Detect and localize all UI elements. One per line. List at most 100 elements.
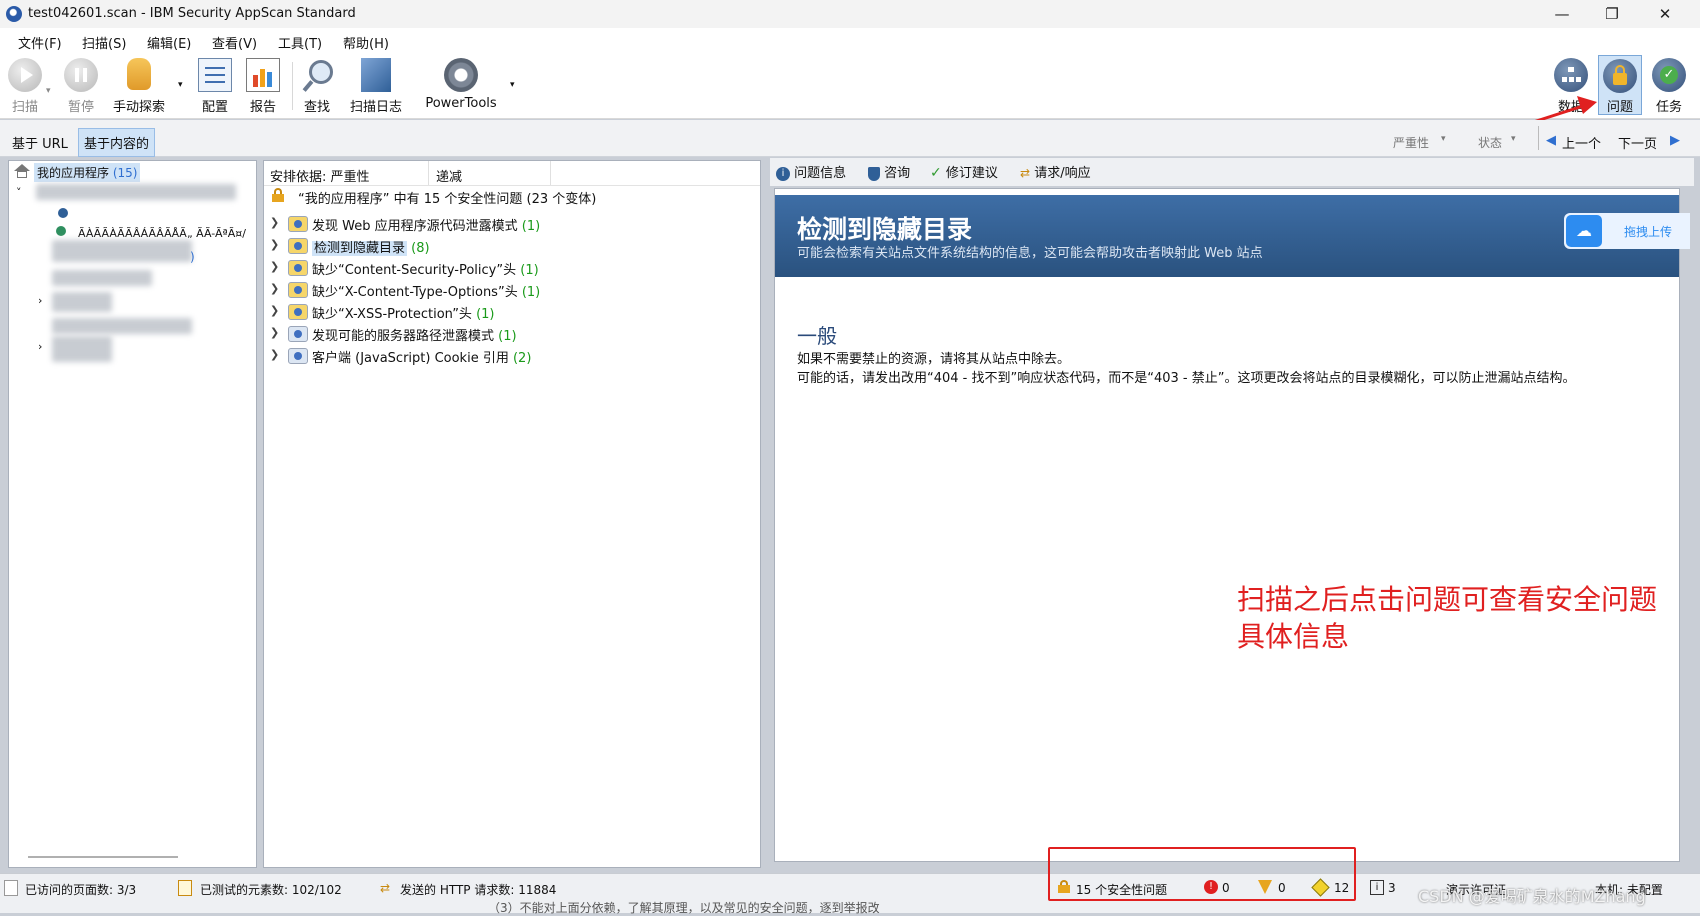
- high-count[interactable]: 0: [1222, 881, 1230, 895]
- find-label: 查找: [303, 100, 330, 115]
- menu-file[interactable]: 文件(F): [18, 33, 62, 52]
- issue-label: 缺少“Content-Security-Policy”头: [312, 263, 517, 278]
- sort-order-label[interactable]: 递减: [436, 166, 462, 185]
- by-url-tab[interactable]: 基于 URL: [12, 133, 68, 152]
- sort-by-label[interactable]: 安排依据: 严重性: [270, 166, 370, 185]
- expand-chevron-icon[interactable]: ❯: [270, 216, 279, 229]
- expand-chevron-icon[interactable]: ❯: [270, 304, 279, 317]
- prev-button[interactable]: 上一个: [1562, 133, 1601, 152]
- redacted-node: [52, 318, 192, 334]
- info-severity-icon: i: [1370, 880, 1384, 895]
- expand-chevron-icon[interactable]: ❯: [270, 282, 279, 295]
- magnifier-icon: [300, 58, 334, 92]
- high-severity-icon: !: [1204, 880, 1218, 894]
- background-text: （3）不能对上面分依赖，了解其原理，以及常见的安全问题，逐到举报改: [488, 901, 880, 915]
- elements-tested: 已测试的元素数: 102/102: [200, 883, 342, 897]
- tree-expand-icon[interactable]: ›: [38, 294, 42, 307]
- config-button[interactable]: 配置: [198, 58, 232, 115]
- tasks-view-button[interactable]: ✓ 任务: [1650, 58, 1688, 115]
- manual-explore-label: 手动探索: [112, 100, 165, 115]
- globe-icon: [58, 208, 68, 218]
- issue-count: (1): [521, 285, 541, 300]
- gear-icon: [444, 58, 478, 92]
- find-button[interactable]: 查找: [300, 58, 334, 115]
- tree-root-count: (15): [112, 166, 138, 180]
- menu-edit[interactable]: 编辑(E): [147, 33, 191, 52]
- expand-chevron-icon[interactable]: ❯: [270, 238, 279, 251]
- medium-count[interactable]: 0: [1278, 881, 1286, 895]
- tree-garbled-node[interactable]: ÃÀÃÃÀÃÃÂÁÃÂÃÅÃ„ ÃÃ-ÃªÃ¤/: [78, 227, 246, 240]
- issue-label: 检测到隐藏目录: [312, 241, 408, 256]
- minimize-button[interactable]: —: [1542, 2, 1582, 26]
- upload-widget[interactable]: ☁ 拖拽上传: [1564, 213, 1690, 249]
- by-content-tab[interactable]: 基于内容的: [78, 128, 156, 157]
- state-dropdown-icon[interactable]: ▾: [1511, 134, 1516, 144]
- close-button[interactable]: ✕: [1645, 2, 1685, 26]
- window-title: test042601.scan - IBM Security AppScan S…: [28, 6, 356, 21]
- play-icon: [8, 58, 42, 92]
- next-button[interactable]: 下一页: [1618, 133, 1657, 152]
- viewbar-divider: [1538, 126, 1539, 150]
- maximize-button[interactable]: ❐: [1592, 2, 1632, 26]
- shield-icon: [868, 166, 880, 181]
- report-button[interactable]: 报告: [246, 58, 280, 115]
- tree-expand-icon[interactable]: ˅: [16, 186, 22, 199]
- powertools-dropdown-icon[interactable]: ▾: [510, 80, 515, 90]
- next-arrow-icon[interactable]: ▶: [1670, 133, 1680, 148]
- expand-chevron-icon[interactable]: ❯: [270, 260, 279, 273]
- tree-root-item[interactable]: 我的应用程序 (15): [34, 163, 141, 182]
- info-count[interactable]: 3: [1388, 881, 1396, 895]
- manual-explore-button[interactable]: 手动探索: [110, 58, 168, 115]
- redacted-node: [52, 240, 192, 262]
- menu-help[interactable]: 帮助(H): [343, 33, 389, 52]
- state-filter[interactable]: 状态: [1478, 134, 1502, 151]
- watermark: CSDN @爱喝矿泉水的MZhang: [1418, 887, 1646, 906]
- issue-count: (1): [498, 329, 517, 344]
- lock-icon: [1603, 59, 1637, 93]
- recommendation-line-2: 可能的话，请发出改用“404 - 找不到”响应状态代码，而不是“403 - 禁止…: [797, 371, 1576, 386]
- menu-view[interactable]: 查看(V): [212, 33, 257, 52]
- powertools-button[interactable]: PowerTools: [422, 58, 500, 111]
- redacted-node: [36, 184, 236, 200]
- issue-icon: [288, 304, 308, 320]
- severity-filter[interactable]: 严重性: [1393, 134, 1429, 151]
- header-divider: [550, 161, 551, 185]
- menu-tools[interactable]: 工具(T): [278, 33, 322, 52]
- expand-chevron-icon[interactable]: ❯: [270, 348, 279, 361]
- scan-button[interactable]: 扫描: [8, 58, 42, 115]
- issue-icon: [288, 216, 308, 232]
- issue-icon: [288, 282, 308, 298]
- menu-scan[interactable]: 扫描(S): [82, 33, 126, 52]
- config-icon: [198, 58, 232, 92]
- issue-count: (8): [411, 241, 430, 256]
- expand-chevron-icon[interactable]: ❯: [270, 326, 279, 339]
- issues-total[interactable]: 15 个安全性问题: [1076, 881, 1167, 898]
- tab-advisory[interactable]: 咨询: [868, 162, 910, 184]
- detail-content: [774, 188, 1680, 862]
- tree-expand-icon[interactable]: ›: [38, 340, 42, 353]
- issue-label: 缺少“X-Content-Type-Options”头: [312, 285, 518, 300]
- issue-count: (1): [476, 307, 495, 322]
- tab-fix-recommendation[interactable]: ✓ 修订建议: [930, 162, 998, 184]
- scan-log-button[interactable]: 扫描日志: [348, 58, 404, 115]
- scan-label: 扫描: [11, 100, 38, 115]
- horizontal-scrollbar[interactable]: [28, 856, 178, 858]
- prev-arrow-icon[interactable]: ◀: [1546, 133, 1556, 148]
- tab-request-response[interactable]: ⇄ 请求/响应: [1020, 162, 1091, 184]
- low-count[interactable]: 12: [1334, 881, 1349, 895]
- scan-dropdown-icon[interactable]: ▾: [46, 86, 51, 96]
- pause-button[interactable]: 暂停: [64, 58, 98, 115]
- appscan-icon: [6, 6, 22, 22]
- issue-label: 客户端 (JavaScript) Cookie 引用: [312, 351, 509, 366]
- tab-issue-info[interactable]: i 问题信息: [776, 162, 846, 184]
- exchange-icon: ⇄: [1020, 166, 1031, 180]
- checkmark-icon: ✓: [930, 165, 942, 181]
- severity-dropdown-icon[interactable]: ▾: [1441, 134, 1446, 144]
- check-icon: ✓: [1652, 58, 1686, 92]
- issues-view-label: 问题: [1606, 100, 1633, 115]
- tree-root-label: 我的应用程序: [37, 166, 110, 180]
- medium-severity-icon: [1258, 880, 1272, 894]
- issue-count: (2): [512, 351, 532, 366]
- upload-label: 拖拽上传: [1624, 225, 1673, 239]
- explore-dropdown-icon[interactable]: ▾: [178, 80, 183, 90]
